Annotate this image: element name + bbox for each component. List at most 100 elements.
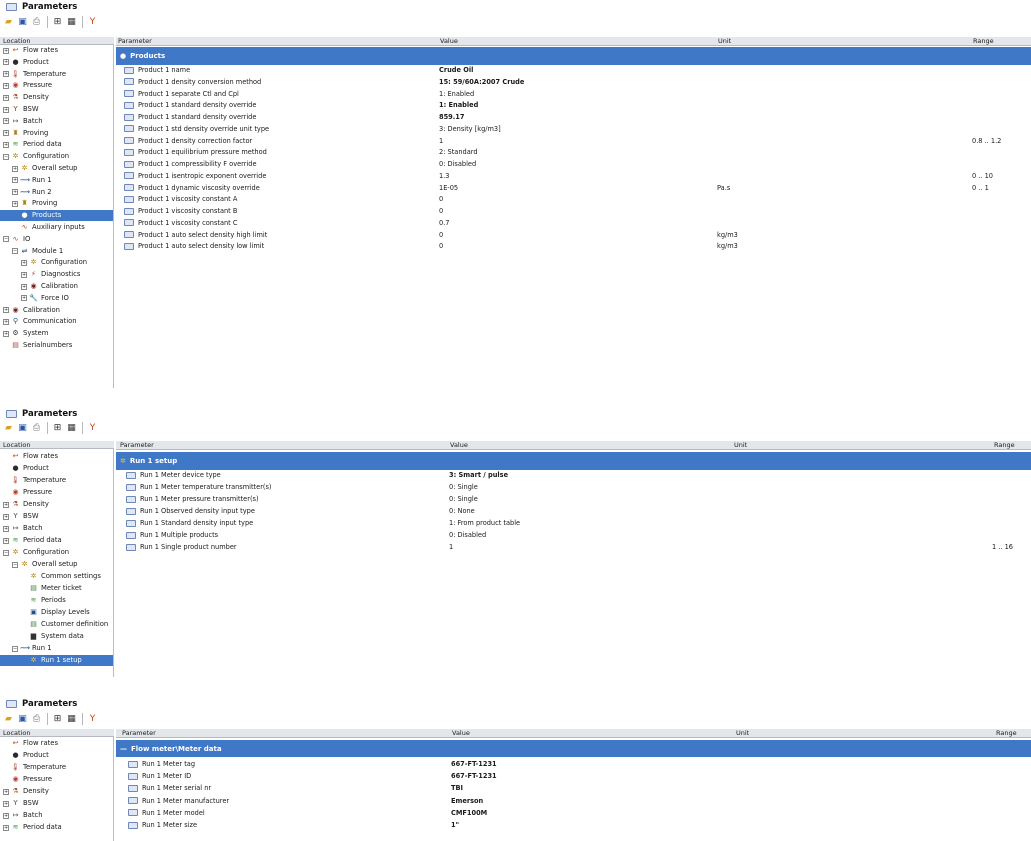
tree-item[interactable]: 🌡 Temperature: [3, 475, 110, 486]
parameter-row[interactable]: Product 1 density conversion method 15: 5…: [116, 77, 1031, 89]
location-tree[interactable]: + ↩ Flow rates + ● Product + 🌡 Temperature + ◉ Pres…: [0, 45, 114, 388]
tree-item[interactable]: ▤ Meter ticket: [21, 583, 110, 594]
parameter-column-header[interactable]: Parameter: [120, 441, 154, 449]
expand-toggle-icon[interactable]: +: [3, 525, 9, 532]
tree-item[interactable]: ≋ Periods: [21, 595, 110, 606]
tree-view-icon[interactable]: ⊞: [51, 16, 64, 28]
parameter-row[interactable]: Run 1 Meter temperature transmitter(s) 0:…: [116, 482, 1031, 494]
range-column-header[interactable]: Range: [973, 37, 994, 45]
parameter-value[interactable]: 667-FT-1231: [451, 759, 497, 771]
parameter-row[interactable]: Product 1 auto select density high limit…: [116, 230, 1031, 242]
print-icon[interactable]: ⎙: [30, 16, 43, 28]
expand-toggle-icon[interactable]: +: [3, 59, 9, 66]
expand-toggle-icon[interactable]: +: [3, 106, 9, 113]
tree-view-icon[interactable]: ⊞: [51, 713, 64, 725]
expand-toggle-icon[interactable]: +: [3, 118, 9, 125]
open-folder-icon[interactable]: ▰: [2, 713, 15, 725]
tree-item[interactable]: ↩ Flow rates: [3, 451, 110, 462]
save-icon[interactable]: ▣: [16, 16, 29, 28]
parameter-value[interactable]: 1": [451, 820, 459, 832]
parameter-row[interactable]: Product 1 std density override unit type…: [116, 124, 1031, 136]
save-icon[interactable]: ▣: [16, 422, 29, 434]
tree-item[interactable]: + ↦ Batch: [3, 523, 110, 534]
tree-item[interactable]: ● Product: [3, 750, 110, 761]
parameter-row[interactable]: Run 1 Meter model CMF100M: [116, 808, 1031, 820]
parameter-value[interactable]: 3: Smart / pulse: [449, 470, 508, 482]
tree-item[interactable]: ▆ System data: [21, 631, 110, 642]
unit-column-header[interactable]: Unit: [736, 729, 749, 737]
tree-item[interactable]: + ◉ Pressure: [3, 80, 110, 91]
parameter-value[interactable]: 0: [439, 241, 443, 253]
parameter-value[interactable]: 2: Standard: [439, 147, 478, 159]
value-column-header[interactable]: Value: [452, 729, 470, 737]
tree-item[interactable]: + ⚗ Density: [3, 786, 110, 797]
tree-item[interactable]: + Y BSW: [3, 104, 110, 115]
parameter-row[interactable]: Product 1 auto select density low limit 0…: [116, 241, 1031, 253]
parameter-row[interactable]: Product 1 equilibrium pressure method 2: …: [116, 147, 1031, 159]
parameter-row[interactable]: Run 1 Meter device type 3: Smart / pulse: [116, 470, 1031, 482]
expand-toggle-icon[interactable]: +: [12, 165, 18, 172]
expand-toggle-icon[interactable]: +: [3, 307, 9, 314]
grid-view-icon[interactable]: ▦: [65, 713, 78, 725]
parameter-column-header[interactable]: Parameter: [118, 37, 152, 45]
tree-item[interactable]: − ∿ IO: [3, 234, 110, 245]
tree-item[interactable]: + ⟿ Run 2: [12, 187, 110, 198]
tree-item[interactable]: + Y BSW: [3, 798, 110, 809]
expand-toggle-icon[interactable]: +: [3, 82, 9, 89]
tree-item[interactable]: + Y BSW: [3, 511, 110, 522]
expand-toggle-icon[interactable]: +: [12, 200, 18, 207]
tree-item[interactable]: + ✲ Configuration: [21, 257, 110, 268]
unit-column-header[interactable]: Unit: [718, 37, 731, 45]
open-folder-icon[interactable]: ▰: [2, 16, 15, 28]
collapse-toggle-icon[interactable]: −: [12, 248, 18, 255]
parameter-value[interactable]: Emerson: [451, 796, 483, 808]
filter-icon[interactable]: Y: [86, 16, 99, 28]
expand-toggle-icon[interactable]: +: [3, 130, 9, 137]
parameter-value[interactable]: 1: [439, 136, 443, 148]
expand-toggle-icon[interactable]: +: [3, 788, 9, 795]
parameter-value[interactable]: 0: Single: [449, 482, 478, 494]
parameter-row[interactable]: Product 1 viscosity constant A 0: [116, 194, 1031, 206]
tree-item[interactable]: + ♜ Proving: [12, 198, 110, 209]
parameter-row[interactable]: Run 1 Meter tag 667-FT-1231: [116, 759, 1031, 771]
parameter-row[interactable]: Run 1 Meter pressure transmitter(s) 0: Si…: [116, 494, 1031, 506]
parameter-value[interactable]: 0: [439, 194, 443, 206]
parameter-row[interactable]: Product 1 viscosity constant B 0: [116, 206, 1031, 218]
collapse-toggle-icon[interactable]: −: [3, 153, 9, 160]
parameter-value[interactable]: 0: Single: [449, 494, 478, 506]
parameter-row[interactable]: Product 1 standard density override 859.1…: [116, 112, 1031, 124]
expand-toggle-icon[interactable]: +: [12, 189, 18, 196]
location-tree[interactable]: ↩ Flow rates ● Product 🌡 Temperature ◉ Pressure…: [0, 737, 114, 841]
range-column-header[interactable]: Range: [996, 729, 1017, 737]
parameter-row[interactable]: Run 1 Single product number 1 1 .. 16: [116, 542, 1031, 554]
location-column-header[interactable]: Location: [0, 441, 114, 449]
expand-toggle-icon[interactable]: +: [3, 318, 9, 325]
parameter-row[interactable]: Run 1 Standard density input type 1: From…: [116, 518, 1031, 530]
tree-item[interactable]: + ⚡ Diagnostics: [21, 269, 110, 280]
parameter-row[interactable]: Run 1 Observed density input type 0: None: [116, 506, 1031, 518]
tree-item[interactable]: ▤ Customer definition: [21, 619, 110, 630]
filter-icon[interactable]: Y: [86, 713, 99, 725]
parameter-value[interactable]: 15: 59/60A:2007 Crude: [439, 77, 524, 89]
collapse-toggle-icon[interactable]: −: [3, 236, 9, 243]
tree-item[interactable]: + ✲ Overall setup: [12, 163, 110, 174]
tree-item[interactable]: 🌡 Temperature: [3, 762, 110, 773]
expand-toggle-icon[interactable]: +: [3, 47, 9, 54]
location-column-header[interactable]: Location: [0, 729, 114, 737]
grid-view-icon[interactable]: ▦: [65, 422, 78, 434]
tree-item[interactable]: + 🌡 Temperature: [3, 69, 110, 80]
tree-item[interactable]: + ⚗ Density: [3, 499, 110, 510]
print-icon[interactable]: ⎙: [30, 713, 43, 725]
parameter-row[interactable]: Product 1 dynamic viscosity override 1E-0…: [116, 183, 1031, 195]
parameter-value[interactable]: TBI: [451, 783, 463, 795]
parameter-value[interactable]: 0: Disabled: [449, 530, 486, 542]
tree-item[interactable]: + ↩ Flow rates: [3, 45, 110, 56]
parameter-value[interactable]: 3: Density [kg/m3]: [439, 124, 501, 136]
parameter-row[interactable]: Product 1 isentropic exponent override 1.…: [116, 171, 1031, 183]
tree-item[interactable]: + ◉ Calibration: [3, 305, 110, 316]
parameter-row[interactable]: Product 1 name Crude Oil: [116, 65, 1031, 77]
expand-toggle-icon[interactable]: +: [3, 330, 9, 337]
tree-item[interactable]: ▤ Serialnumbers: [3, 340, 110, 351]
tree-item[interactable]: ∿ Auxiliary inputs: [12, 222, 110, 233]
expand-toggle-icon[interactable]: +: [3, 71, 9, 78]
